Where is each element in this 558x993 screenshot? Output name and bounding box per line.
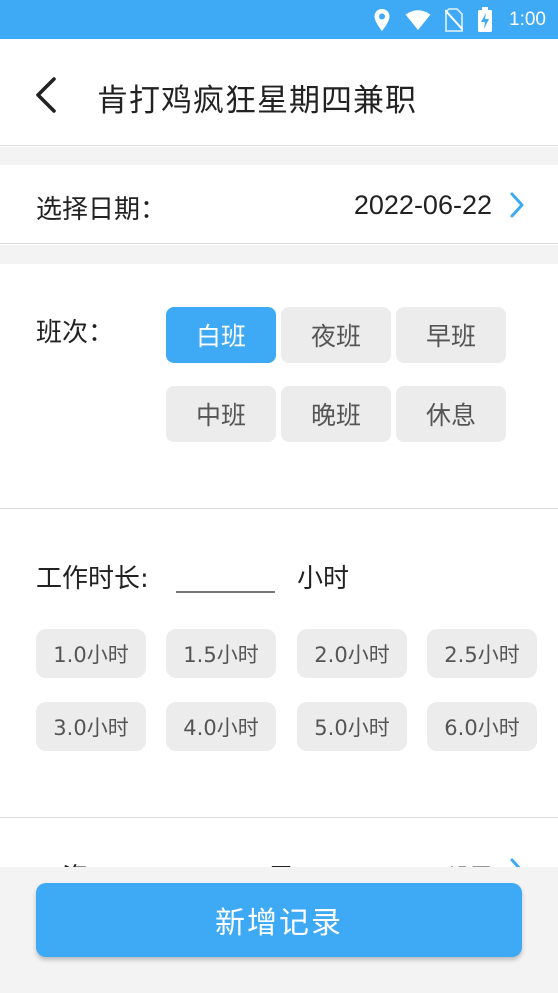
chevron-left-icon [36, 77, 56, 113]
section-divider [0, 245, 558, 264]
shift-option-day[interactable]: 白班 [166, 307, 276, 363]
app-bar: 肯打鸡疯狂星期四兼职 [0, 39, 558, 146]
shift-option-night[interactable]: 夜班 [281, 307, 391, 363]
hours-preset-3-0[interactable]: 3.0小时 [36, 702, 146, 751]
hours-preset-1-5[interactable]: 1.5小时 [166, 629, 276, 678]
shift-option-early[interactable]: 早班 [396, 307, 506, 363]
back-button[interactable] [28, 73, 68, 117]
hours-preset-2-0[interactable]: 2.0小时 [297, 629, 407, 678]
page-title: 肯打鸡疯狂星期四兼职 [97, 83, 417, 119]
shift-option-rest[interactable]: 休息 [396, 386, 506, 442]
chevron-right-icon [510, 192, 524, 218]
work-hours-input[interactable] [176, 557, 275, 593]
status-time: 1:00 [509, 9, 546, 30]
no-sim-icon [445, 8, 464, 32]
date-label: 选择日期： [36, 195, 167, 225]
section-divider [0, 147, 558, 165]
hours-preset-5-0[interactable]: 5.0小时 [297, 702, 407, 751]
status-icons: 1:00 [373, 6, 546, 34]
status-bar: 1:00 [0, 0, 558, 39]
hours-preset-1-0[interactable]: 1.0小时 [36, 629, 146, 678]
date-value[interactable]: 2022-06-22 [354, 190, 492, 221]
add-record-button[interactable]: 新增记录 [36, 883, 522, 957]
hours-preset-4-0[interactable]: 4.0小时 [166, 702, 276, 751]
shift-option-evening[interactable]: 晚班 [281, 386, 391, 442]
work-hours-unit: 小时 [297, 564, 350, 594]
battery-charging-icon [478, 7, 493, 32]
work-hours-section: 工作时长: 小时 1.0小时 1.5小时 2.0小时 2.5小时 3.0小时 4… [0, 510, 558, 818]
shift-option-middle[interactable]: 中班 [166, 386, 276, 442]
hours-preset-2-5[interactable]: 2.5小时 [427, 629, 537, 678]
work-hours-label: 工作时长: [36, 564, 149, 594]
location-icon [374, 9, 390, 31]
date-picker-row[interactable]: 选择日期： 2022-06-22 [0, 165, 558, 244]
bottom-action-bar: 新增记录 [0, 867, 558, 993]
shift-label: 班次： [36, 318, 115, 348]
shift-section: 班次： 白班 夜班 早班 中班 晚班 休息 [0, 264, 558, 509]
hours-preset-6-0[interactable]: 6.0小时 [427, 702, 537, 751]
wifi-icon [405, 10, 431, 30]
